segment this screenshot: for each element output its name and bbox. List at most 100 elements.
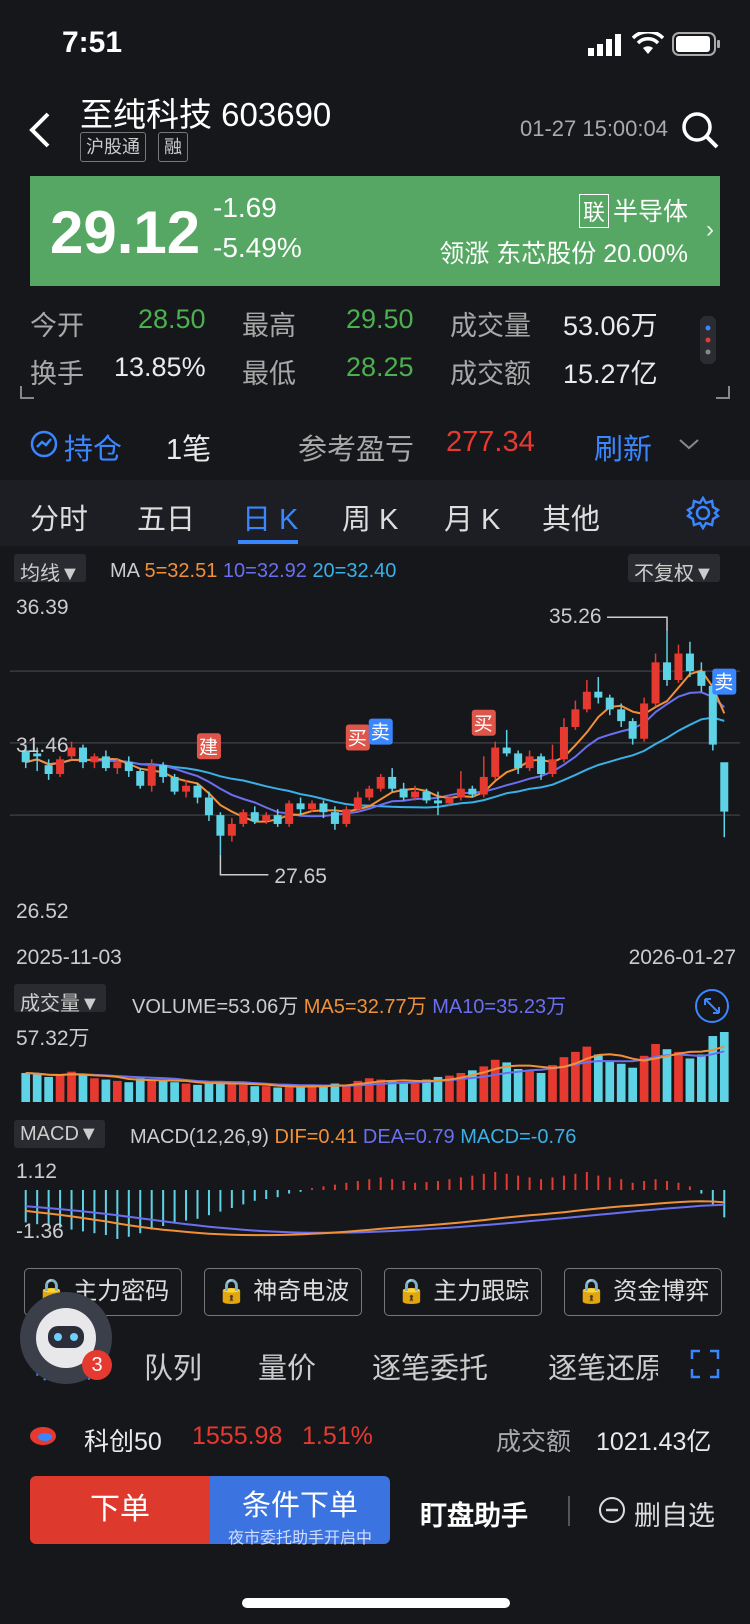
status-time: 7:51 [62, 26, 123, 59]
macd-legend: MACD(12,26,9) DIF=0.41 DEA=0.79 MACD=-0.… [130, 1126, 576, 1149]
sector-leader: 领涨 东芯股份 20.00% [439, 240, 688, 268]
volume-bar [571, 1051, 580, 1102]
volume-bar [674, 1051, 683, 1102]
turnover-value: 13.85% [114, 352, 206, 382]
assistant-button[interactable]: 盯盘助手 [420, 1494, 528, 1533]
tab-daily-k[interactable]: 日 K [242, 496, 298, 538]
volume-bar [536, 1072, 546, 1102]
macd-select[interactable]: MACD▼ [14, 1120, 105, 1148]
volume-bar [67, 1071, 76, 1102]
volume-bar [319, 1086, 328, 1102]
candle-body [502, 747, 511, 754]
position-row: 持仓 1笔 参考盈亏 277.34 刷新 [0, 420, 750, 470]
expand-bracket-icon[interactable] [20, 386, 730, 400]
feature-main-track[interactable]: 🔒 主力跟踪 [384, 1268, 542, 1316]
current-price: 29.12 [50, 199, 201, 266]
candle-body [182, 785, 191, 792]
tab-volume-price[interactable]: 量价 [258, 1345, 316, 1387]
adjust-select[interactable]: 不复权▼ [628, 554, 720, 585]
tab-weekly-k[interactable]: 周 K [342, 496, 398, 538]
candle-body [136, 771, 145, 786]
signal-icon [588, 34, 621, 56]
tag-hk-connect: 沪股通 [80, 132, 146, 162]
quote-panel[interactable]: 29.12 -1.69 -5.49% 联半导体 领涨 东芯股份 20.00% › [30, 176, 720, 286]
feature-magic-wave[interactable]: 🔒 神奇电波 [204, 1268, 362, 1316]
candle-body [411, 791, 420, 798]
tab-monthly-k[interactable]: 月 K [444, 496, 500, 538]
buy-marker: 买 [348, 727, 367, 749]
volume-bar [216, 1082, 225, 1102]
remove-watchlist-icon [599, 1497, 625, 1523]
candle-body [353, 797, 362, 810]
candle-body [674, 653, 683, 680]
settings-gear-icon[interactable] [686, 496, 720, 530]
refresh-button[interactable]: 刷新 [594, 426, 652, 468]
volume-bar [559, 1057, 569, 1102]
tab-queue[interactable]: 队列 [144, 1345, 202, 1387]
candle-body [376, 776, 385, 789]
volume-bar [90, 1078, 99, 1102]
expand-icon[interactable] [694, 988, 730, 1024]
candle-body [399, 788, 408, 798]
volume-bar [697, 1054, 706, 1102]
back-arrow-icon[interactable] [22, 110, 62, 150]
feature-buttons: 🔒 主力密码 🔒 神奇电波 🔒 主力跟踪 🔒 资金博弈 [0, 1262, 750, 1322]
candle-body [159, 765, 168, 777]
candle-body [651, 662, 660, 704]
macd-dea: DEA=0.79 [362, 1126, 455, 1148]
candle-body [262, 815, 271, 822]
candle-body [479, 776, 488, 795]
sell-marker: 卖 [371, 722, 390, 744]
holding-label[interactable]: 持仓 [64, 426, 122, 468]
chart-area[interactable]: 均线▼ MA 5=32.51 10=32.92 20=32.40 不复权▼ 35… [0, 548, 750, 1248]
index-pct: 1.51% [302, 1422, 373, 1450]
conditional-order-button[interactable]: 条件下单 夜市委托助手开启中 [210, 1476, 390, 1547]
quote-timestamp: 01-27 15:00:04 [519, 116, 668, 141]
candle-body [605, 697, 614, 710]
ma-select[interactable]: 均线▼ [14, 554, 86, 585]
volume-bar [616, 1063, 626, 1102]
sell-marker: 卖 [714, 672, 733, 694]
volume-bar [147, 1079, 157, 1102]
index-logo-icon [30, 1427, 56, 1445]
candle-body [514, 753, 523, 769]
volume-bar [32, 1074, 42, 1102]
macd-dif: DIF=0.41 [274, 1126, 358, 1148]
fullscreen-icon[interactable] [690, 1349, 720, 1379]
ma-legend: MA 5=32.51 10=32.92 20=32.40 [110, 560, 396, 583]
remove-watchlist-button[interactable]: 删自选 [634, 1494, 715, 1533]
feature-fund-game[interactable]: 🔒 资金博弈 [564, 1268, 722, 1316]
volume-bar [719, 1032, 729, 1102]
tab-tick-order[interactable]: 逐笔委托 [372, 1345, 488, 1387]
volume-select[interactable]: 成交量▼ [14, 984, 106, 1015]
index-value: 1555.98 [192, 1422, 283, 1450]
macd-chart [24, 1172, 726, 1239]
tab-five-day[interactable]: 五日 [137, 496, 195, 538]
notification-badge: 3 [82, 1350, 112, 1380]
holding-count: 1笔 [166, 434, 212, 466]
chevron-down-icon[interactable] [678, 436, 700, 452]
candle-body [640, 703, 649, 739]
tab-intraday[interactable]: 分时 [30, 496, 88, 538]
more-dots-icon[interactable] [700, 316, 716, 364]
volume-bar [548, 1065, 557, 1102]
volume-bar [55, 1075, 65, 1102]
battery-icon [672, 32, 720, 56]
index-amount-label: 成交额 [496, 1428, 572, 1456]
candle-body [617, 709, 626, 722]
search-icon[interactable] [680, 110, 720, 150]
volume-bar [639, 1055, 649, 1102]
high-label: 最高 [242, 311, 296, 341]
order-button[interactable]: 下单 [30, 1476, 210, 1544]
volume-bar [78, 1074, 88, 1102]
tab-other[interactable]: 其他 [542, 496, 600, 538]
volume-value: VOLUME=53.06万 [132, 996, 299, 1018]
index-bar[interactable]: 科创50 1555.98 1.51% 成交额 1021.43亿 [0, 1410, 750, 1460]
tab-tick-restore[interactable]: 逐笔还原 [548, 1345, 658, 1387]
stock-header: 至纯科技 603690 沪股通 融 01-27 15:00:04 [0, 80, 750, 170]
candle-body [285, 803, 294, 824]
candle-body [365, 788, 374, 798]
volume-bar [112, 1080, 122, 1102]
sector-label[interactable]: 联半导体 [578, 192, 688, 228]
candle-body [582, 691, 591, 710]
